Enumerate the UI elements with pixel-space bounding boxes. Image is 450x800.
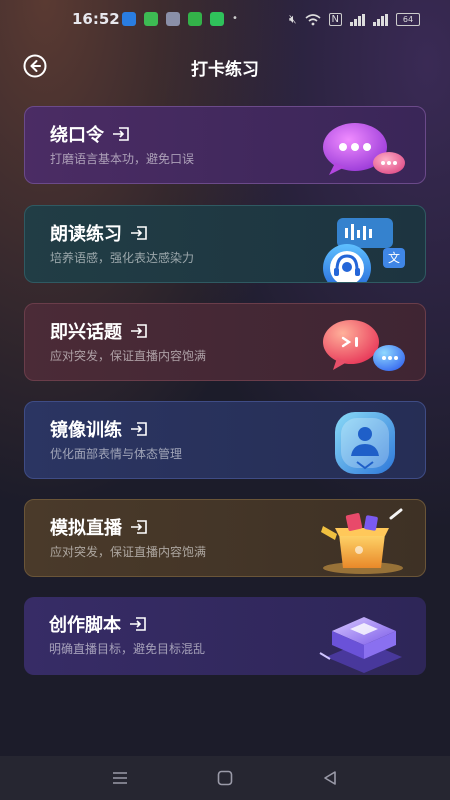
nfc-icon: N bbox=[328, 13, 342, 26]
phone-notification-icon bbox=[188, 12, 202, 26]
status-time: 16:52 bbox=[72, 10, 120, 28]
card-title: 模拟直播 bbox=[50, 518, 122, 539]
battery-icon: 64 bbox=[396, 13, 420, 26]
card-subtitle: 应对突发，保证直播内容饱满 bbox=[50, 349, 207, 363]
enter-icon bbox=[131, 324, 147, 338]
wifi-icon bbox=[304, 13, 321, 25]
card-subtitle: 应对突发，保证直播内容饱满 bbox=[50, 545, 207, 559]
card-title: 绕口令 bbox=[50, 125, 104, 146]
card-subtitle: 打磨语言基本功，避免口误 bbox=[50, 152, 195, 166]
enter-icon bbox=[113, 127, 129, 141]
card-subtitle: 优化面部表情与体态管理 bbox=[50, 447, 183, 461]
card-subtitle: 明确直播目标，避免目标混乱 bbox=[49, 642, 206, 656]
system-icons: 🔇︎ N 64 bbox=[289, 12, 420, 27]
dot-icon: • bbox=[232, 13, 238, 24]
enter-icon bbox=[131, 226, 147, 240]
system-navigation-bar bbox=[0, 756, 450, 800]
notification-icons: • bbox=[122, 12, 238, 26]
chip-icon bbox=[319, 617, 402, 673]
card-create-script[interactable]: 创作脚本 明确直播目标，避免目标混乱 bbox=[24, 597, 426, 675]
card-title: 镜像训练 bbox=[50, 420, 122, 441]
translate-badge: 文 bbox=[383, 248, 405, 268]
menu-icon[interactable] bbox=[110, 768, 130, 788]
enter-icon bbox=[130, 617, 146, 631]
gift-box-icon bbox=[321, 508, 403, 574]
signal-icon bbox=[350, 13, 365, 26]
enter-icon bbox=[131, 422, 147, 436]
home-icon[interactable] bbox=[215, 768, 235, 788]
card-reading-practice[interactable]: 朗读练习 培养语感，强化表达感染力 文 bbox=[24, 205, 426, 283]
header: 打卡练习 bbox=[0, 50, 450, 82]
card-mock-livestream[interactable]: 模拟直播 应对突发，保证直播内容饱满 bbox=[24, 499, 426, 577]
card-title: 创作脚本 bbox=[49, 615, 121, 636]
card-title: 即兴话题 bbox=[50, 322, 122, 343]
reading-illustration: 文 bbox=[315, 210, 411, 282]
signal-icon-2 bbox=[373, 13, 388, 26]
mute-icon: 🔇︎ bbox=[288, 12, 297, 26]
card-mirror-training[interactable]: 镜像训练 优化面部表情与体态管理 bbox=[24, 401, 426, 479]
wechat-notification-icon bbox=[210, 12, 224, 26]
app-notification-icon bbox=[166, 12, 180, 26]
chat-bubble-icon bbox=[323, 123, 405, 175]
app-notification-icon bbox=[122, 12, 136, 26]
message-notification-icon bbox=[144, 12, 158, 26]
mirror-icon bbox=[335, 412, 395, 474]
card-title: 朗读练习 bbox=[50, 224, 122, 245]
status-bar: 16:52 • 🔇︎ N 64 bbox=[0, 0, 450, 40]
card-tongue-twister[interactable]: 绕口令 打磨语言基本功，避免口误 bbox=[24, 106, 426, 184]
enter-icon bbox=[131, 520, 147, 534]
back-nav-icon[interactable] bbox=[320, 768, 340, 788]
page-title: 打卡练习 bbox=[191, 60, 259, 80]
card-impromptu-topic[interactable]: 即兴话题 应对突发，保证直播内容饱满 bbox=[24, 303, 426, 381]
card-subtitle: 培养语感，强化表达感染力 bbox=[50, 251, 195, 265]
headset-icon bbox=[323, 218, 393, 282]
speech-bubbles-icon bbox=[323, 320, 405, 371]
